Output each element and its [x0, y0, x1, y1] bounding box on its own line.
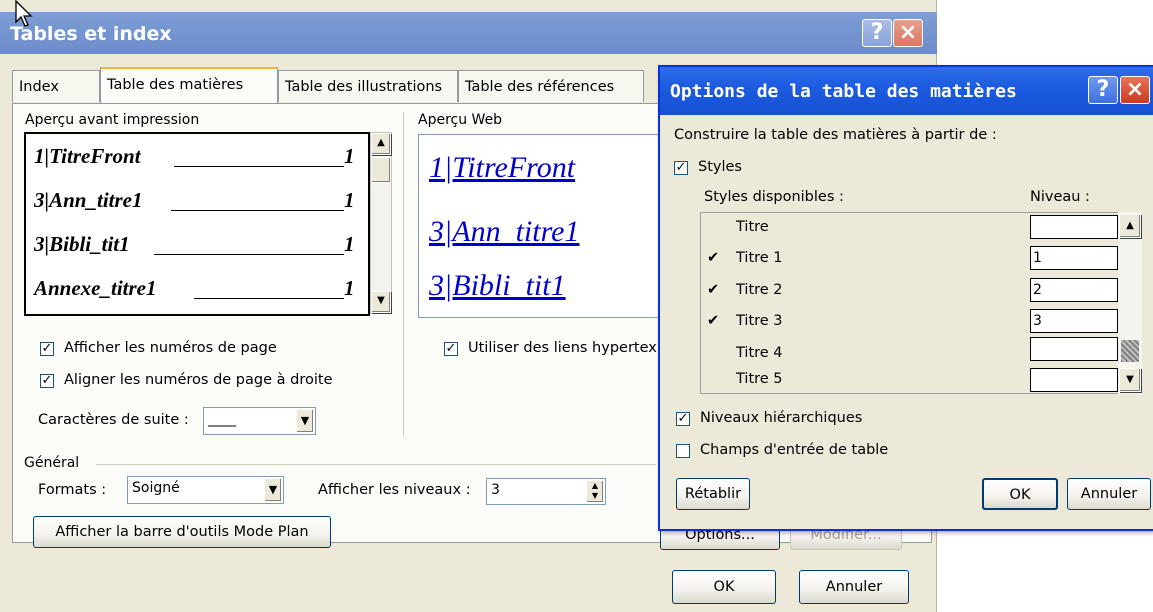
web-preview-link: 3|Ann_titre1 [429, 215, 580, 248]
preview-page-number: 1 [344, 188, 355, 212]
reset-button[interactable]: Rétablir [676, 478, 750, 510]
table-entry-fields-checkbox[interactable] [676, 444, 690, 458]
preview-entry: 3|Bibli_tit1 [34, 232, 130, 256]
options-titlebar[interactable]: Options de la table des matières ? × [660, 67, 1153, 115]
help-icon[interactable]: ? [862, 19, 892, 47]
print-preview-box: 1|TitreFront 1 3|Ann_titre1 1 3|Bibli_ti… [24, 132, 370, 316]
check-mark-icon: ✔ [707, 313, 720, 329]
check-mark-icon: ✔ [707, 282, 720, 298]
table-entry-fields-label: Champs d'entrée de table [700, 442, 889, 458]
options-title: Options de la table des matières [670, 81, 1017, 102]
level-input[interactable]: 1 [1030, 246, 1118, 270]
close-icon[interactable]: × [1120, 76, 1150, 104]
preview-page-number: 1 [344, 276, 355, 300]
web-preview-link: 1|TitreFront [429, 151, 576, 184]
align-page-numbers-checkbox[interactable]: ✓ [40, 374, 54, 388]
tab-table-des-illustrations[interactable]: Table des illustrations [278, 70, 458, 102]
preview-page-number: 1 [344, 232, 355, 256]
scroll-thumb[interactable] [1121, 340, 1139, 362]
show-page-numbers-checkbox[interactable]: ✓ [40, 342, 54, 356]
levels-label: Afficher les niveaux : [318, 482, 471, 498]
options-cancel-button[interactable]: Annuler [1067, 478, 1151, 510]
level-input[interactable] [1030, 215, 1118, 239]
cancel-button[interactable]: Annuler [799, 570, 909, 604]
general-group-line [96, 464, 656, 465]
pane-separator [403, 112, 404, 437]
style-name: Titre 3 [736, 313, 783, 329]
general-group-label: Général [24, 455, 80, 471]
use-hyperlinks-label: Utiliser des liens hypertex [468, 340, 657, 356]
preview-scrollbar[interactable]: ▲ ▼ [370, 132, 392, 314]
options-ok-button[interactable]: OK [982, 478, 1058, 510]
style-name: Titre 4 [736, 345, 783, 361]
preview-entry: Annexe_titre1 [34, 276, 157, 300]
preview-entry: 3|Ann_titre1 [34, 188, 143, 212]
level-input[interactable]: 2 [1030, 278, 1118, 302]
scroll-down-icon[interactable]: ▼ [371, 291, 391, 313]
styles-label: Styles [698, 159, 742, 175]
web-preview-label: Aperçu Web [418, 112, 503, 128]
tab-leader-label: Caractères de suite : [38, 412, 189, 428]
styles-checkbox[interactable]: ✓ [674, 161, 688, 175]
styles-list [700, 212, 1138, 394]
main-titlebar[interactable]: Tables et index ? × [0, 12, 937, 54]
outline-levels-checkbox[interactable]: ✓ [676, 412, 690, 426]
level-input[interactable] [1030, 368, 1118, 392]
preview-page-number: 1 [344, 144, 355, 168]
build-from-label: Construire la table des matières à parti… [674, 127, 997, 143]
levels-spinner[interactable]: 3 ▲ ▼ [486, 478, 606, 505]
chevron-down-icon[interactable]: ▼ [264, 478, 282, 502]
align-page-numbers-label: Aligner les numéros de page à droite [64, 372, 333, 388]
scroll-thumb[interactable] [371, 157, 391, 183]
chevron-down-icon[interactable]: ▼ [296, 409, 314, 433]
scroll-up-icon[interactable]: ▲ [1119, 214, 1141, 238]
level-label: Niveau : [1030, 189, 1090, 205]
spinner-arrows-icon[interactable]: ▲ ▼ [586, 480, 604, 503]
style-name: Titre 5 [736, 371, 783, 387]
check-mark-icon: ✔ [707, 250, 720, 266]
tab-table-des-matieres[interactable]: Table des matières [100, 67, 278, 103]
leader-line [194, 298, 344, 299]
leader-line [171, 210, 344, 211]
styles-scrollbar[interactable]: ▲ ▼ [1118, 212, 1142, 394]
formats-label: Formats : [38, 482, 107, 498]
ok-button[interactable]: OK [672, 570, 776, 604]
outline-levels-label: Niveaux hiérarchiques [700, 410, 863, 426]
close-icon[interactable]: × [893, 19, 923, 47]
style-name: Titre 2 [736, 282, 783, 298]
style-name: Titre 1 [736, 250, 783, 266]
scroll-up-icon[interactable]: ▲ [371, 133, 391, 155]
level-input[interactable]: 3 [1030, 309, 1118, 333]
available-styles-label: Styles disponibles : [704, 189, 844, 205]
tab-table-des-references[interactable]: Table des références [458, 70, 644, 102]
leader-line [154, 254, 344, 255]
show-page-numbers-label: Afficher les numéros de page [64, 340, 277, 356]
use-hyperlinks-checkbox[interactable]: ✓ [444, 342, 458, 356]
tab-index[interactable]: Index [12, 70, 100, 102]
scroll-down-icon[interactable]: ▼ [1119, 368, 1141, 392]
print-preview-label: Aperçu avant impression [25, 112, 200, 128]
style-name: Titre [736, 219, 769, 235]
mouse-cursor-icon [15, 0, 33, 27]
formats-select[interactable]: Soigné ▼ [127, 476, 284, 504]
leader-line [174, 166, 344, 167]
help-icon[interactable]: ? [1088, 76, 1118, 104]
web-preview-link: 3|Bibli_tit1 [429, 269, 566, 302]
preview-entry: 1|TitreFront [34, 144, 141, 168]
outline-toolbar-button[interactable]: Afficher la barre d'outils Mode Plan [33, 516, 331, 548]
tab-leader-select[interactable]: ____ ▼ [203, 407, 316, 435]
web-preview-box: 1|TitreFront 3|Ann_titre1 3|Bibli_tit1 [418, 134, 678, 318]
level-input[interactable] [1030, 337, 1118, 361]
